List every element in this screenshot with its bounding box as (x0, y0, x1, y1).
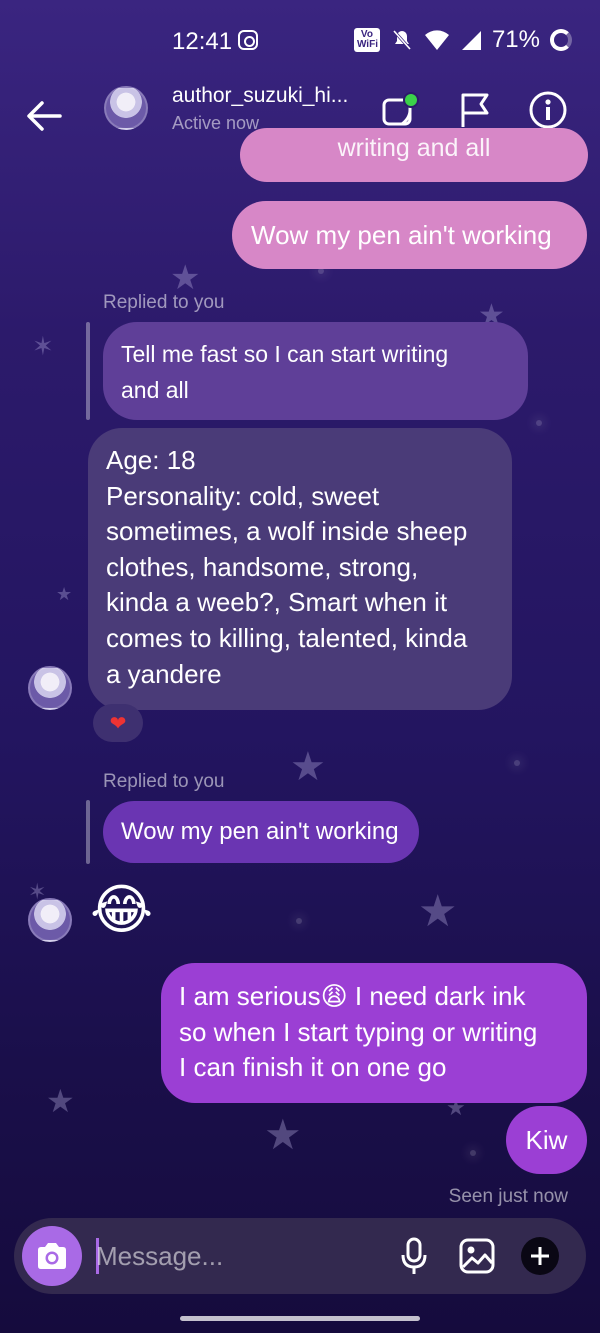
message-line: Age: 18 (106, 445, 196, 475)
received-emoji-message[interactable]: 😂 (90, 880, 153, 940)
contact-avatar[interactable] (104, 86, 148, 130)
message-line: sometimes, a wolf inside sheep (106, 516, 468, 547)
back-arrow-icon[interactable] (22, 94, 66, 138)
sender-avatar[interactable] (28, 666, 72, 710)
glow-dot (470, 1150, 476, 1156)
glow-dot (296, 918, 302, 924)
gallery-icon[interactable] (457, 1236, 497, 1276)
camera-button[interactable] (22, 1226, 82, 1286)
quoted-message[interactable]: Tell me fast so I can start writing and … (103, 322, 528, 420)
seen-status: Seen just now (448, 1186, 568, 1207)
heart-reaction[interactable]: ❤ (93, 704, 143, 742)
quoted-message[interactable]: Wow my pen ain't working (103, 801, 419, 863)
message-line: I am serious😩 I need dark ink (179, 981, 526, 1011)
home-indicator[interactable] (180, 1316, 420, 1321)
message-line: Personality: cold, sweet (106, 480, 380, 511)
info-icon[interactable] (528, 90, 568, 130)
message-line: a yandere (106, 658, 222, 689)
quoted-text-line: and all (121, 377, 189, 403)
contact-username[interactable]: author_suzuki_hi... (172, 84, 348, 108)
signal-icon (461, 31, 481, 50)
star-decoration: ★ (46, 1082, 75, 1120)
status-right: Vo WiFi 71% (353, 26, 572, 54)
sent-message[interactable]: Wow my pen ain't working (232, 201, 587, 269)
glow-dot (536, 420, 542, 426)
glow-dot (514, 760, 520, 766)
wifi-icon (424, 30, 449, 50)
received-message[interactable]: Age: 18 Personality: cold, sweet sometim… (88, 428, 512, 710)
message-input[interactable] (96, 1234, 386, 1278)
heart-icon: ❤ (109, 712, 127, 735)
video-call-icon[interactable] (380, 90, 420, 130)
camera-icon (38, 1243, 66, 1269)
message-line: so when I start typing or writing (179, 1016, 538, 1047)
battery-percent: 71% (491, 26, 540, 53)
sender-avatar[interactable] (28, 898, 72, 942)
message-line: comes to killing, talented, kinda (106, 622, 468, 653)
star-decoration: ✶ (32, 332, 54, 362)
sent-message[interactable]: Kiw (506, 1106, 587, 1174)
microphone-icon[interactable] (394, 1236, 434, 1276)
reply-indicator-bar (86, 800, 90, 864)
star-decoration: ★ (264, 1110, 302, 1159)
battery-icon (550, 29, 572, 51)
star-decoration: ★ (290, 744, 326, 790)
quoted-text-line: Tell me fast so I can start writing (121, 341, 449, 367)
message-text: writing and all (337, 134, 491, 162)
mute-icon (392, 30, 412, 50)
message-line: kinda a weeb?, Smart when it (106, 587, 448, 618)
quoted-text: Wow my pen ain't working (121, 818, 399, 845)
message-text: Kiw (525, 1125, 568, 1155)
volte-icon: Vo WiFi (353, 28, 380, 52)
message-text: Wow my pen ain't working (251, 220, 552, 250)
flag-icon[interactable] (455, 90, 495, 130)
replied-label: Replied to you (103, 771, 225, 792)
sent-message-partial[interactable]: writing and all (240, 128, 588, 182)
contact-active-status: Active now (172, 113, 260, 133)
add-icon[interactable] (520, 1236, 560, 1276)
star-decoration: ★ (56, 584, 73, 605)
message-line: I can finish it on one go (179, 1052, 447, 1082)
status-bar: 12:41 Vo WiFi 71% (0, 0, 600, 80)
sent-message[interactable]: I am serious😩 I need dark ink so when I … (161, 963, 587, 1103)
message-composer (14, 1218, 586, 1294)
replied-label: Replied to you (103, 292, 225, 313)
message-line: clothes, handsome, strong, (106, 551, 419, 582)
reply-indicator-bar (86, 322, 90, 420)
instagram-icon (238, 30, 258, 50)
status-time: 12:41 (172, 28, 233, 55)
star-decoration: ★ (418, 886, 458, 937)
